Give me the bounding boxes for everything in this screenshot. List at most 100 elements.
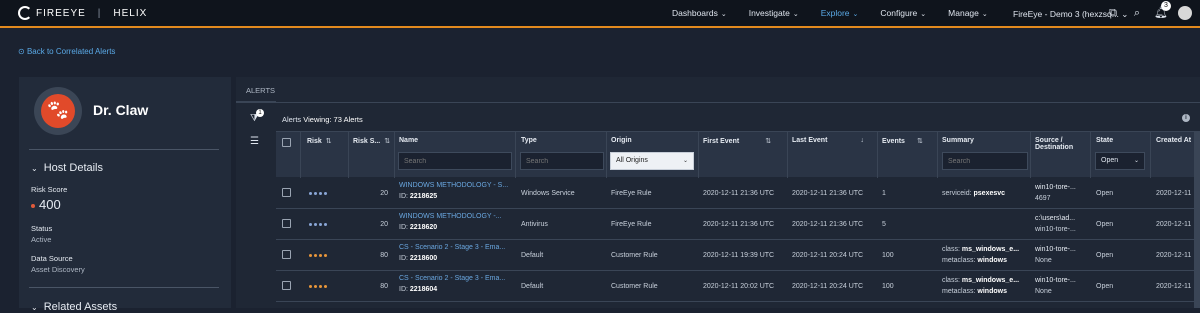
alert-name-link[interactable]: CS - Scenario 2 - Stage 3 - Ema... — [399, 244, 505, 251]
brand-logo[interactable]: FIREEYE | HELIX — [18, 6, 147, 20]
source-cell: win10-tore-... — [1035, 246, 1076, 253]
col-last-event[interactable]: Last Event ↓ — [792, 137, 864, 144]
table-row[interactable]: 20 WINDOWS METHODOLOGY -... ID: 2218620 Ant… — [276, 209, 1200, 240]
col-origin[interactable]: Origin — [611, 137, 632, 144]
sort-desc-icon: ↓ — [860, 137, 864, 144]
nav-dashboards[interactable]: Dashboards ⌄ — [672, 8, 727, 18]
sort-icon: ⇅ — [765, 138, 772, 145]
filter-count-badge: 1 — [256, 109, 264, 117]
risk-dot — [324, 254, 327, 257]
state-select[interactable]: Open ⌄ — [1095, 152, 1145, 170]
table-row[interactable]: 80 CS - Scenario 2 - Stage 3 - Ema... ID: … — [276, 240, 1200, 271]
summary-cell: serviceid: psexesvc — [942, 190, 1006, 197]
table-row[interactable]: 20 WINDOWS METHODOLOGY - S... ID: 2218625 W… — [276, 178, 1200, 209]
nav-explore[interactable]: Explore ⌄ — [821, 8, 859, 18]
risk-score-value: 400 — [31, 197, 61, 212]
origin-cell: Customer Rule — [611, 252, 658, 259]
row-checkbox[interactable] — [282, 188, 291, 197]
column-separator — [1150, 132, 1151, 178]
destination-cell: None — [1035, 257, 1052, 264]
sort-icon: ⇅ — [384, 138, 391, 145]
paw-icon: 🐾︎ — [41, 94, 75, 128]
user-avatar[interactable] — [1178, 6, 1192, 20]
last-event-cell: 2020-12-11 20:24 UTC — [792, 252, 864, 259]
back-link[interactable]: ⊙ Back to Correlated Alerts — [18, 47, 115, 56]
alerts-panel: ALERTS ⧩ 1 ☰ Alerts Viewing: 73 Alerts i … — [236, 77, 1200, 308]
settings-sliders-icon[interactable]: ☰ — [250, 136, 266, 147]
events-cell: 100 — [882, 252, 894, 259]
summary-search-input[interactable] — [942, 152, 1028, 170]
chat-icon[interactable]: ⧉ — [1106, 6, 1120, 20]
tab-bar: ALERTS — [236, 77, 1200, 103]
events-cell: 5 — [882, 221, 886, 228]
row-checkbox[interactable] — [282, 250, 291, 259]
col-risk[interactable]: Risk ⇅ — [307, 137, 332, 145]
created-at-cell: 2020-12-11 — [1156, 221, 1192, 228]
col-type[interactable]: Type — [521, 137, 537, 144]
table-row[interactable]: 80 CS - Scenario 2 - Stage 3 - Ema... ID: … — [276, 271, 1200, 302]
origin-select[interactable]: All Origins ⌄ — [610, 152, 694, 170]
origin-cell: FireEye Rule — [611, 221, 652, 228]
col-first-event[interactable]: First Event ⇅ — [703, 137, 771, 145]
risk-dot — [324, 223, 327, 226]
col-source-dest[interactable]: Source / Destination — [1035, 137, 1073, 151]
filter-icon[interactable]: ⧩ 1 — [250, 109, 266, 124]
row-checkbox[interactable] — [282, 219, 291, 228]
source-cell: win10-tore-... — [1035, 277, 1076, 284]
info-icon[interactable]: i — [1182, 114, 1190, 122]
col-state[interactable]: State — [1096, 137, 1113, 144]
chevron-down-icon: ⌄ — [31, 164, 38, 173]
host-name: Dr. Claw — [93, 102, 149, 118]
host-avatar: 🐾︎ — [34, 87, 82, 135]
source-cell: win10-tore-... — [1035, 184, 1076, 191]
alert-id: ID: 2218625 — [399, 193, 438, 200]
type-search-input[interactable] — [520, 152, 604, 170]
alert-name-link[interactable]: WINDOWS METHODOLOGY - S... — [399, 182, 508, 189]
column-separator — [300, 132, 301, 178]
chevron-down-icon: ⌄ — [981, 11, 988, 18]
notification-badge: 3 — [1161, 1, 1171, 11]
search-icon[interactable]: ⌕ — [1130, 6, 1144, 20]
alert-id: ID: 2218604 — [399, 286, 438, 293]
risk-dot — [309, 192, 312, 195]
vertical-scrollbar[interactable] — [1194, 131, 1200, 308]
risk-indicator — [309, 223, 329, 226]
destination-cell: 4697 — [1035, 195, 1051, 202]
first-event-cell: 2020-12-11 21:36 UTC — [703, 190, 775, 197]
nav-configure[interactable]: Configure ⌄ — [880, 8, 926, 18]
col-summary[interactable]: Summary — [942, 137, 974, 144]
risk-dot — [309, 254, 312, 257]
summary-cell: class: ms_windows_e... — [942, 277, 1020, 284]
last-event-cell: 2020-12-11 21:36 UTC — [792, 221, 864, 228]
divider — [29, 149, 219, 150]
col-risk-score[interactable]: Risk S... ⇅ — [353, 137, 390, 145]
risk-dot — [324, 192, 327, 195]
last-event-cell: 2020-12-11 20:24 UTC — [792, 283, 864, 290]
bell-icon[interactable]: 🔔︎ 3 — [1154, 1, 1171, 20]
col-name[interactable]: Name — [399, 137, 418, 144]
status-value: Active — [31, 235, 52, 244]
nav-investigate[interactable]: Investigate ⌄ — [749, 8, 799, 18]
select-all-checkbox[interactable] — [282, 138, 291, 147]
host-panel: 🐾︎ Dr. Claw ⌄ Host Details Risk Score 400… — [19, 77, 231, 313]
related-assets-toggle[interactable]: ⌄ Related Assets — [31, 301, 117, 313]
name-search-input[interactable] — [398, 152, 512, 170]
brand-name: FIREEYE — [36, 7, 86, 19]
first-event-cell: 2020-12-11 19:39 UTC — [703, 252, 775, 259]
col-created-at[interactable]: Created At — [1156, 137, 1191, 144]
col-events[interactable]: Events ⇅ — [882, 137, 923, 145]
risk-dot — [314, 285, 317, 288]
alert-id: ID: 2218600 — [399, 255, 438, 262]
alert-name-link[interactable]: CS - Scenario 2 - Stage 3 - Ema... — [399, 275, 505, 282]
nav-manage[interactable]: Manage ⌄ — [948, 8, 988, 18]
state-cell: Open — [1096, 190, 1114, 197]
host-details-toggle[interactable]: ⌄ Host Details — [31, 162, 103, 174]
type-cell: Default — [521, 283, 544, 290]
risk-dot — [31, 203, 35, 208]
risk-score-cell: 20 — [380, 190, 388, 197]
row-checkbox[interactable] — [282, 281, 291, 290]
chevron-down-icon: ⌄ — [682, 158, 688, 164]
tab-alerts[interactable]: ALERTS — [246, 86, 275, 95]
alert-name-link[interactable]: WINDOWS METHODOLOGY -... — [399, 213, 502, 220]
top-icons: ⧉ ⌕ 🔔︎ 3 — [1106, 1, 1192, 20]
